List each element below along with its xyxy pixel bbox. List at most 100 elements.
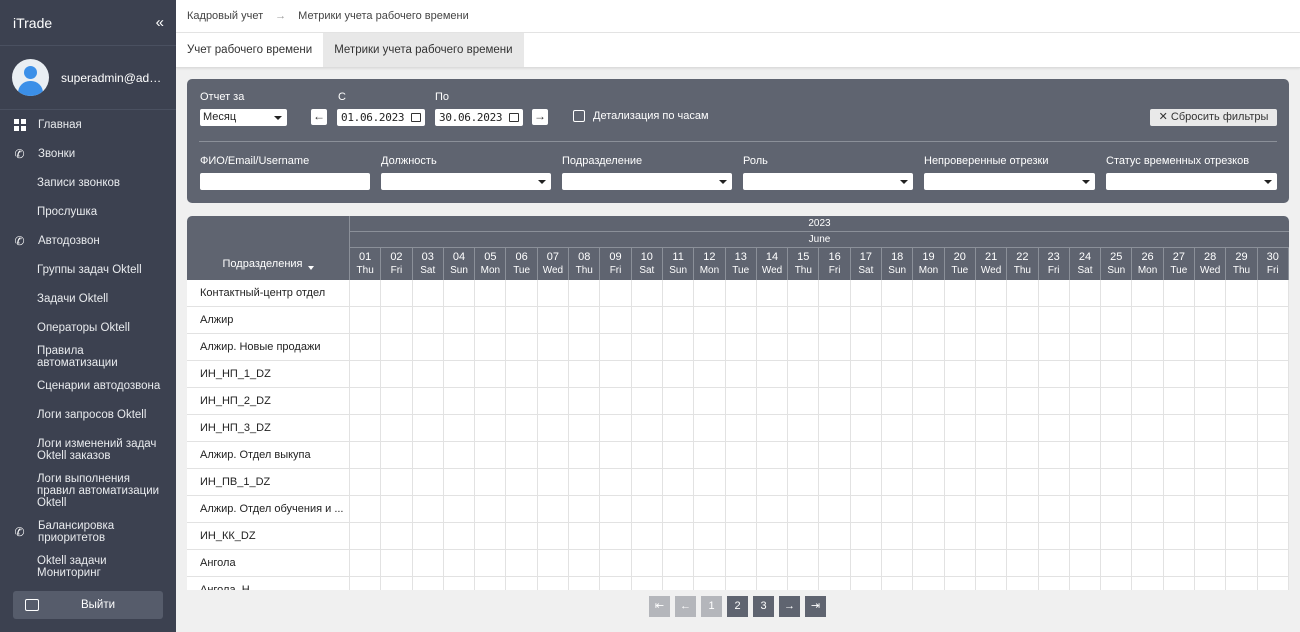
sidebar-item-8[interactable]: Операторы Oktell	[0, 313, 176, 342]
sidebar-item-1[interactable]: Главная	[0, 110, 176, 139]
day-cell	[413, 361, 444, 387]
chevron-down-icon	[1082, 180, 1090, 184]
from-label: С	[338, 91, 346, 103]
day-cell	[913, 442, 945, 468]
day-cell	[1164, 442, 1196, 468]
day-cell	[1070, 388, 1102, 414]
day-cell	[1101, 307, 1133, 333]
day-cell	[538, 523, 570, 549]
day-header: 18 Sun	[882, 248, 914, 280]
sidebar-item-15[interactable]: Oktell задачи Мониторинг	[0, 552, 176, 581]
sidebar-item-14[interactable]: ✆ Балансировка приоритетов	[0, 511, 176, 552]
day-header: 24 Sat	[1070, 248, 1102, 280]
next-period-button[interactable]: →	[532, 109, 548, 125]
day-header: 26 Mon	[1132, 248, 1164, 280]
from-date-field[interactable]: 01.06.2023	[337, 109, 425, 126]
day-cell	[663, 442, 695, 468]
day-cell	[1132, 496, 1164, 522]
day-cell	[1132, 415, 1164, 441]
sidebar-item-10[interactable]: Сценарии автодозвона	[0, 371, 176, 400]
day-cell	[913, 361, 945, 387]
sidebar-item-4[interactable]: Прослушка	[0, 197, 176, 226]
position-select[interactable]	[381, 173, 551, 190]
sidebar-item-2[interactable]: ✆ Звонки	[0, 139, 176, 168]
day-cell	[381, 550, 413, 576]
sidebar-item-12[interactable]: Логи изменений задач Oktell заказов	[0, 429, 176, 470]
day-cell	[819, 307, 851, 333]
day-cell	[945, 307, 976, 333]
day-cell	[600, 523, 632, 549]
sidebar-item-13[interactable]: Логи выполнения правил автоматизации Okt…	[0, 470, 176, 511]
calendar-icon[interactable]	[411, 113, 421, 122]
role-select[interactable]	[743, 173, 913, 190]
report-period-select[interactable]: Месяц	[200, 109, 287, 126]
phone-icon: ✆	[14, 524, 25, 539]
tab-work-time-metrics[interactable]: Метрики учета рабочего времени	[323, 33, 524, 67]
sidebar-item-label: Операторы Oktell	[37, 321, 130, 334]
day-number: 17	[859, 251, 873, 263]
first-page-button[interactable]: ⇤	[649, 596, 670, 617]
day-cell	[913, 280, 945, 306]
day-cell	[475, 280, 507, 306]
day-cell	[632, 496, 663, 522]
day-cell	[819, 334, 851, 360]
page-button-1[interactable]: 1	[701, 596, 722, 617]
segment-status-select[interactable]	[1106, 173, 1277, 190]
table-row: Алжир. Новые продажи	[187, 334, 1289, 361]
day-cell	[1101, 388, 1133, 414]
day-cell	[1164, 415, 1196, 441]
day-cell	[350, 307, 382, 333]
day-cell	[1039, 334, 1070, 360]
phone-icon: ✆	[14, 146, 25, 161]
day-cell	[694, 577, 726, 590]
day-cell	[694, 469, 726, 495]
breadcrumb-item-hr[interactable]: Кадровый учет	[187, 10, 263, 22]
department-select[interactable]	[562, 173, 732, 190]
hourly-detail-checkbox[interactable]	[573, 110, 585, 122]
day-cell	[694, 334, 726, 360]
logout-button[interactable]: Выйти	[13, 591, 163, 619]
day-cell	[1007, 442, 1039, 468]
last-page-button[interactable]: ⇥	[805, 596, 826, 617]
day-cell	[350, 388, 382, 414]
report-period-label: Отчет за	[200, 91, 245, 103]
next-page-button[interactable]: →	[779, 596, 800, 617]
sidebar-item-6[interactable]: Группы задач Oktell	[0, 255, 176, 284]
department-column-header[interactable]: Подразделения	[187, 216, 350, 280]
to-date-field[interactable]: 30.06.2023	[435, 109, 523, 126]
fio-input[interactable]	[200, 173, 370, 190]
department-name: Алжир. Отдел выкупа	[187, 442, 350, 468]
sidebar-item-7[interactable]: Задачи Oktell	[0, 284, 176, 313]
unverified-segments-select[interactable]	[924, 173, 1095, 190]
prev-page-button[interactable]: ←	[675, 596, 696, 617]
day-cell	[1007, 415, 1039, 441]
page-button-2[interactable]: 2	[727, 596, 748, 617]
day-cell	[1070, 496, 1102, 522]
day-cell	[1039, 280, 1070, 306]
logout-label: Выйти	[81, 599, 116, 611]
day-cell	[1226, 523, 1258, 549]
prev-period-button[interactable]: ←	[311, 109, 327, 125]
sidebar-item-11[interactable]: Логи запросов Oktell	[0, 400, 176, 429]
from-date-value: 01.06.2023	[341, 111, 405, 124]
reset-filters-button[interactable]: ✕ Сбросить фильтры	[1150, 109, 1277, 126]
day-cell	[976, 523, 1008, 549]
weekday: Fri	[828, 265, 841, 276]
day-number: 08	[578, 251, 591, 263]
sidebar: iTrade « superadmin@admi... Главная ✆ Звон…	[0, 0, 176, 632]
day-cell	[600, 361, 632, 387]
sidebar-item-label: Правила автоматизации	[37, 344, 118, 369]
sidebar-item-label: Задачи Oktell	[37, 292, 109, 305]
day-header: 10 Sat	[632, 248, 663, 280]
tab-work-time[interactable]: Учет рабочего времени	[176, 33, 323, 67]
calendar-icon[interactable]	[509, 113, 519, 122]
day-cell	[381, 388, 413, 414]
day-cell	[1070, 550, 1102, 576]
page-button-3[interactable]: 3	[753, 596, 774, 617]
sidebar-item-9[interactable]: Правила автоматизации	[0, 342, 176, 371]
sidebar-item-5[interactable]: ✆ Автодозвон	[0, 226, 176, 255]
collapse-sidebar-icon[interactable]: «	[156, 14, 164, 31]
day-cell	[1195, 550, 1227, 576]
sidebar-item-3[interactable]: Записи звонков	[0, 168, 176, 197]
user-profile[interactable]: superadmin@admi...	[0, 46, 176, 110]
